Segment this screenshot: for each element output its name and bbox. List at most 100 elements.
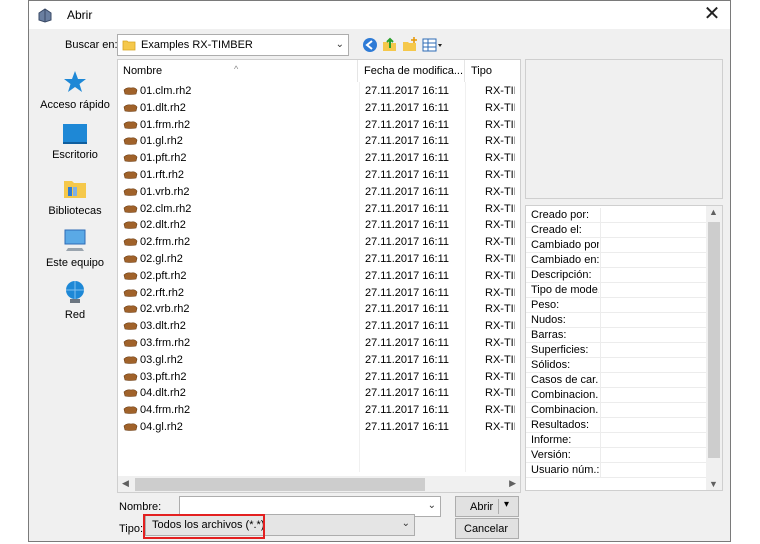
up-folder-icon[interactable] <box>381 36 399 54</box>
property-row: Combinacion... <box>526 388 706 403</box>
open-button[interactable]: Abrir ▾ <box>455 496 519 517</box>
desktop-icon <box>63 124 87 144</box>
column-header-date[interactable]: Fecha de modifica... <box>359 60 465 82</box>
place-desktop[interactable]: Escritorio <box>35 123 115 161</box>
file-type: RX-TIM <box>485 169 515 181</box>
file-row[interactable]: 04.frm.rh2 27.11.2017 16:11 RX-TIM <box>118 402 520 419</box>
file-row[interactable]: 02.pft.rh2 27.11.2017 16:11 RX-TIM <box>118 268 520 285</box>
column-header-name[interactable]: Nombre ^ <box>118 60 358 82</box>
place-label: Red <box>64 309 86 321</box>
file-row[interactable]: 01.dlt.rh2 27.11.2017 16:11 RX-TIM <box>118 100 520 117</box>
property-label: Nudos: <box>531 314 566 326</box>
file-icon <box>123 373 138 381</box>
file-row[interactable]: 01.vrb.rh2 27.11.2017 16:11 RX-TIM <box>118 184 520 201</box>
place-this-pc[interactable]: Este equipo <box>35 227 115 269</box>
column-header-type[interactable]: Tipo <box>466 60 520 82</box>
lookin-dropdown[interactable]: Examples RX-TIMBER ⌄ <box>117 34 349 56</box>
property-label: Usuario núm.: <box>531 464 599 476</box>
file-name: 02.rft.rh2 <box>140 286 185 299</box>
property-row: Creado por: <box>526 208 706 223</box>
file-row[interactable]: 01.pft.rh2 27.11.2017 16:11 RX-TIM <box>118 150 520 167</box>
file-row[interactable]: 02.vrb.rh2 27.11.2017 16:11 RX-TIM <box>118 301 520 318</box>
chevron-down-icon[interactable]: ▾ <box>504 499 509 510</box>
file-type: RX-TIM <box>485 219 515 232</box>
file-date: 27.11.2017 16:11 <box>365 219 450 232</box>
scroll-left-icon[interactable]: ◀ <box>122 478 129 489</box>
file-row[interactable]: 03.frm.rh2 27.11.2017 16:11 RX-TIM <box>118 335 520 352</box>
file-name: 01.gl.rh2 <box>140 135 183 148</box>
file-row[interactable]: 01.gl.rh2 27.11.2017 16:11 RX-TIM <box>118 133 520 150</box>
place-quick-access[interactable]: Acceso rápido <box>35 69 115 111</box>
file-row[interactable]: 02.clm.rh2 27.11.2017 16:11 RX-TIM <box>118 201 520 218</box>
file-row[interactable]: 02.frm.rh2 27.11.2017 16:11 RX-TIM <box>118 234 520 251</box>
property-row: Tipo de mode... <box>526 283 706 298</box>
cancel-button[interactable]: Cancelar <box>455 518 519 539</box>
file-type: RX-TIM <box>485 118 515 131</box>
back-icon[interactable] <box>361 36 379 54</box>
file-name: 01.rft.rh2 <box>140 169 185 181</box>
file-row[interactable]: 02.dlt.rh2 27.11.2017 16:11 RX-TIM <box>118 217 520 234</box>
file-date: 27.11.2017 16:11 <box>365 269 450 282</box>
property-label: Casos de car... <box>531 374 599 386</box>
scrollbar-thumb[interactable] <box>135 478 425 491</box>
file-icon <box>123 322 138 330</box>
file-type: RX-TIM <box>485 253 515 265</box>
property-row: Usuario núm.: <box>526 463 706 478</box>
property-label: Combinacion... <box>531 404 599 416</box>
file-date: 27.11.2017 16:11 <box>365 303 450 316</box>
file-icon <box>123 356 138 364</box>
file-date: 27.11.2017 16:11 <box>365 320 450 333</box>
close-icon[interactable]: ✕ <box>700 3 724 27</box>
file-row[interactable]: 01.frm.rh2 27.11.2017 16:11 RX-TIM <box>118 117 520 134</box>
file-icon <box>123 121 138 129</box>
horizontal-scrollbar[interactable]: ◀ ▶ <box>118 476 520 492</box>
file-date: 27.11.2017 16:11 <box>365 101 450 114</box>
preview-pane <box>525 59 723 199</box>
properties-pane: Creado por: Creado el: Cambiado por: Cambia… <box>525 205 723 491</box>
new-folder-icon[interactable] <box>401 36 419 54</box>
file-row[interactable]: 01.clm.rh2 27.11.2017 16:11 RX-TIM <box>118 83 520 100</box>
file-list[interactable]: Nombre ^ Fecha de modifica... Tipo 01.cl… <box>117 59 521 493</box>
file-row[interactable]: 04.gl.rh2 27.11.2017 16:11 RX-TIM <box>118 419 520 436</box>
file-type: RX-TIM <box>485 269 515 282</box>
title-bar: Abrir ✕ <box>29 1 730 29</box>
scroll-down-icon[interactable]: ▼ <box>709 479 718 489</box>
file-date: 27.11.2017 16:11 <box>365 353 450 366</box>
file-icon <box>123 104 138 112</box>
app-icon <box>38 8 52 23</box>
file-row[interactable]: 01.rft.rh2 27.11.2017 16:11 RX-TIM <box>118 167 520 184</box>
file-icon <box>123 137 138 146</box>
file-row[interactable]: 02.rft.rh2 27.11.2017 16:11 RX-TIM <box>118 285 520 302</box>
scrollbar-thumb[interactable] <box>708 222 720 458</box>
scroll-up-icon[interactable]: ▲ <box>709 207 718 217</box>
file-name: 03.gl.rh2 <box>140 353 183 366</box>
property-label: Barras: <box>531 329 567 341</box>
view-menu-icon[interactable] <box>421 36 445 54</box>
file-type: RX-TIM <box>485 387 515 400</box>
file-type: RX-TIM <box>485 135 515 148</box>
file-type: RX-TIM <box>485 370 515 383</box>
place-label: Escritorio <box>52 149 98 161</box>
file-type: RX-TIM <box>485 85 515 97</box>
file-date: 27.11.2017 16:11 <box>365 337 450 349</box>
property-row: Cambiado en: <box>526 253 706 268</box>
file-row[interactable]: 04.dlt.rh2 27.11.2017 16:11 RX-TIM <box>118 385 520 402</box>
place-libraries[interactable]: Bibliotecas <box>35 175 115 217</box>
file-name: 02.vrb.rh2 <box>140 303 190 316</box>
file-date: 27.11.2017 16:11 <box>365 236 450 249</box>
file-name: 03.pft.rh2 <box>140 370 187 383</box>
scroll-right-icon[interactable]: ▶ <box>509 478 516 489</box>
property-label: Superficies: <box>531 344 589 356</box>
file-name: 03.frm.rh2 <box>140 337 191 349</box>
property-row: Descripción: <box>526 268 706 283</box>
place-network[interactable]: Red <box>35 279 115 321</box>
file-row[interactable]: 03.gl.rh2 27.11.2017 16:11 RX-TIM <box>118 352 520 369</box>
filename-label: Nombre: <box>119 501 162 513</box>
file-row[interactable]: 03.dlt.rh2 27.11.2017 16:11 RX-TIM <box>118 318 520 335</box>
file-icon <box>123 205 138 213</box>
file-row[interactable]: 02.gl.rh2 27.11.2017 16:11 RX-TIM <box>118 251 520 268</box>
file-row[interactable]: 03.pft.rh2 27.11.2017 16:11 RX-TIM <box>118 369 520 386</box>
vertical-scrollbar[interactable]: ▲ ▼ <box>706 206 722 490</box>
chevron-down-icon[interactable]: ⌄ <box>428 500 436 511</box>
file-icon <box>123 87 138 95</box>
